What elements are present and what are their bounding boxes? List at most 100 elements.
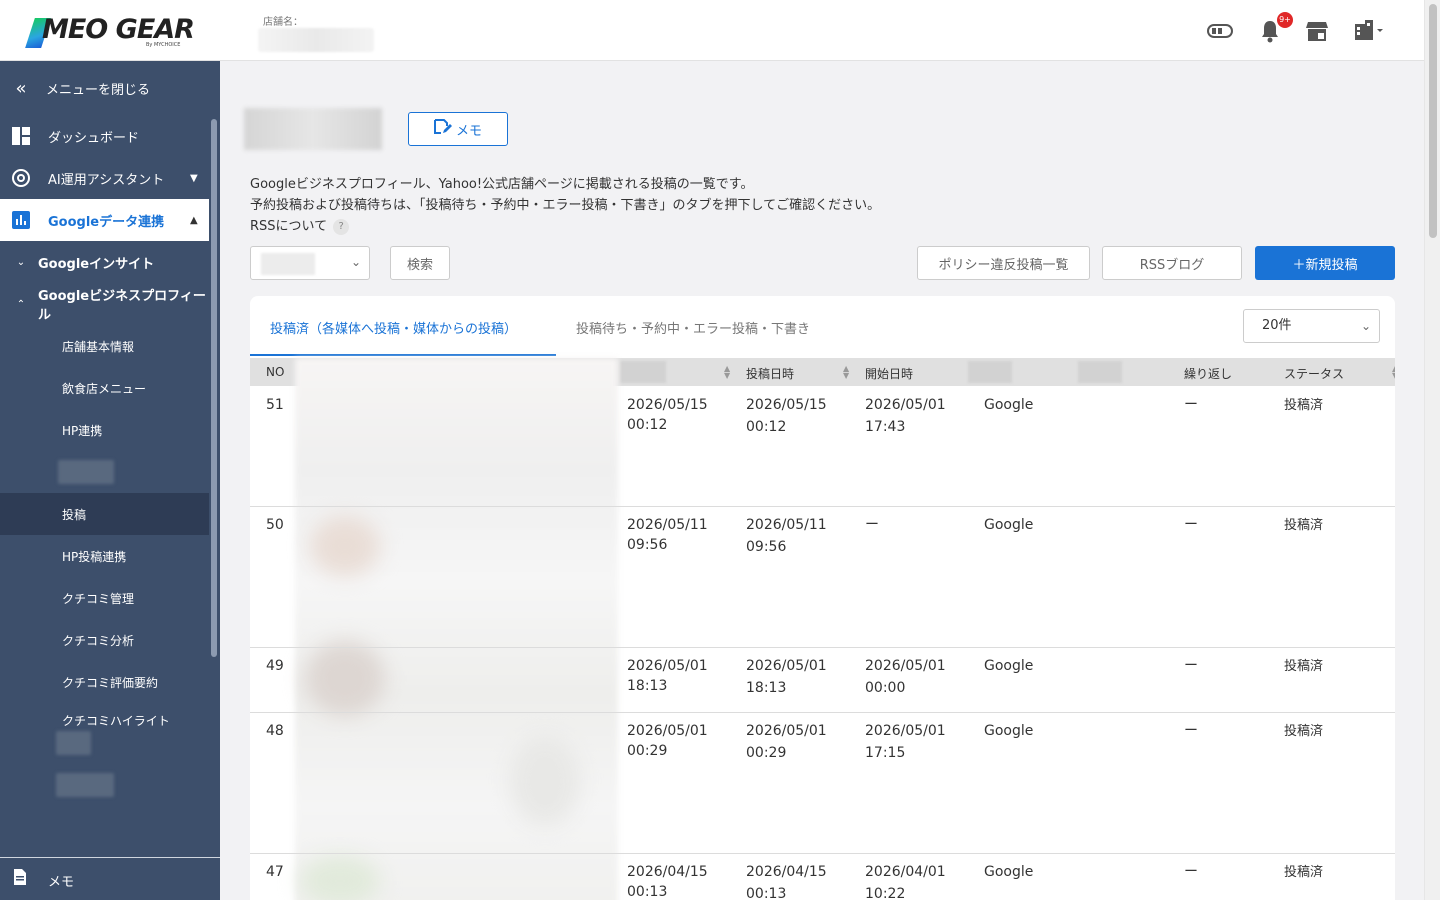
active-tab-indicator: [250, 354, 556, 356]
sidebar-item-redacted[interactable]: [56, 773, 114, 797]
sort-icon[interactable]: ▲▼: [724, 365, 730, 380]
sidebar-item-review-management[interactable]: クチコミ管理: [0, 577, 209, 619]
chevron-down-icon: ⌄: [1360, 319, 1371, 333]
logo-subtext: By MYCHOICE: [146, 42, 181, 48]
sidebar-item-google-insight[interactable]: ⌄ Googleインサイト: [0, 241, 209, 283]
new-post-button[interactable]: ＋新規投稿: [1255, 246, 1395, 280]
sidebar-item-label: Googleインサイト: [38, 256, 155, 272]
column-header-start-at[interactable]: 開始日時: [865, 365, 913, 382]
sidebar-item-review-highlight[interactable]: クチコミハイライト: [0, 699, 209, 741]
cell-repeat: ー: [1184, 517, 1198, 533]
cell-status: 投稿済: [1284, 865, 1324, 880]
sidebar-item-hp-link[interactable]: HP連携: [0, 409, 209, 451]
cell-no: 49: [266, 658, 284, 674]
cell-posted-time: 00:12: [746, 419, 787, 435]
close-menu-button[interactable]: « メニューを閉じる: [0, 67, 209, 109]
sidebar-item-restaurant-menu[interactable]: 飲食店メニュー: [0, 367, 209, 409]
policy-violation-button[interactable]: ポリシー違反投稿一覧: [917, 246, 1090, 280]
cell-repeat: ー: [1184, 397, 1198, 413]
cell-start-time: 00:00: [865, 680, 906, 696]
cell-start-time: 10:22: [865, 886, 906, 900]
sidebar-item-label: 飲食店メニュー: [62, 381, 147, 396]
app-logo[interactable]: MEO GEAR By MYCHOICE: [25, 12, 208, 52]
cell-created-date: 2026/05/11: [627, 517, 708, 533]
per-page-select[interactable]: 20件 ⌄: [1243, 309, 1380, 343]
filter-select-value: [261, 253, 315, 275]
post-image-column-redacted: [295, 358, 618, 900]
sidebar-item-dashboard[interactable]: ダッシュボード: [0, 115, 209, 157]
ai-icon: [10, 167, 32, 189]
chevron-down-icon: ⌄: [350, 255, 361, 269]
page-scrollbar-thumb[interactable]: [1429, 4, 1437, 238]
double-chevron-left-icon: «: [15, 77, 27, 99]
per-page-value: 20件: [1262, 318, 1292, 333]
column-header-no[interactable]: NO: [266, 365, 284, 379]
cell-posted-time: 00:13: [746, 886, 787, 900]
dashboard-icon: [10, 125, 32, 147]
sidebar-item-label: クチコミ管理: [62, 591, 135, 606]
store-name-value: [258, 28, 374, 52]
sidebar-item-ai-assistant[interactable]: AI運用アシスタント ▼: [0, 157, 209, 199]
logo-text: MEO GEAR: [42, 14, 195, 45]
sidebar-item-review-summary[interactable]: クチコミ評価要約: [0, 661, 209, 703]
column-header-posted-at[interactable]: 投稿日時: [746, 365, 794, 382]
sidebar-item-gbp[interactable]: ⌃ Googleビジネスプロフィール: [0, 283, 209, 325]
cell-media: Google: [984, 517, 1034, 533]
sidebar-memo-label: メモ: [48, 875, 75, 890]
blurred-thumbnail: [305, 641, 385, 716]
sidebar-item-label: Googleデータ連携: [48, 214, 165, 230]
cell-start-date: 2026/05/01: [865, 397, 946, 413]
tab-posted[interactable]: 投稿済（各媒体へ投稿・媒体からの投稿）: [270, 318, 517, 337]
tab-pending[interactable]: 投稿待ち・予約中・エラー投稿・下書き: [576, 318, 810, 337]
toggle-icon[interactable]: [1206, 18, 1234, 44]
column-header-redacted[interactable]: [968, 361, 1012, 383]
column-header-repeat[interactable]: 繰り返し: [1184, 365, 1232, 382]
sidebar-item-label: AI運用アシスタント: [48, 172, 165, 188]
rss-about[interactable]: RSSについて?: [250, 215, 350, 235]
cell-created-date: 2026/05/01: [627, 723, 708, 739]
column-header-redacted[interactable]: [1078, 361, 1122, 383]
cell-media: Google: [984, 723, 1034, 739]
sort-icon[interactable]: ▲▼: [1392, 365, 1395, 380]
description-line-1: Googleビジネスプロフィール、Yahoo!公式店舗ページに掲載される投稿の一…: [250, 177, 754, 192]
sidebar-item-label: 投稿: [62, 507, 87, 522]
cell-posted-time: 00:29: [746, 745, 787, 761]
filter-select[interactable]: ⌄: [250, 246, 370, 280]
notification-badge: 9+: [1277, 12, 1293, 28]
help-icon[interactable]: ?: [333, 218, 350, 235]
column-header-redacted[interactable]: [620, 361, 666, 383]
sidebar-item-hp-post-link[interactable]: HP投稿連携: [0, 535, 209, 577]
memo-button[interactable]: メモ: [408, 112, 508, 146]
bar-chart-icon: [10, 209, 32, 231]
page-scrollbar[interactable]: [1424, 0, 1440, 900]
sidebar-item-label: クチコミ分析: [62, 633, 135, 648]
row-divider: [250, 647, 1395, 648]
sidebar-item-review-analysis[interactable]: クチコミ分析: [0, 619, 209, 661]
store-icon[interactable]: [1304, 18, 1332, 44]
cell-posted-date: 2026/05/01: [746, 723, 827, 739]
sidebar-item-store-info[interactable]: 店舗基本情報: [0, 325, 209, 367]
rss-about-label: RSSについて: [250, 219, 328, 234]
page-title: [244, 108, 382, 150]
cell-start-time: 17:15: [865, 745, 906, 761]
store-name-label: 店舗名：: [263, 17, 303, 28]
sidebar-memo-button[interactable]: メモ: [0, 857, 220, 900]
rss-blog-button[interactable]: RSSブログ: [1102, 246, 1242, 280]
sidebar-scrollbar[interactable]: [211, 119, 217, 657]
cell-posted-date: 2026/05/15: [746, 397, 827, 413]
sidebar-item-posts[interactable]: 投稿: [0, 493, 209, 535]
sort-icon[interactable]: ▲▼: [843, 365, 849, 380]
sidebar-item-redacted[interactable]: [56, 731, 91, 755]
sidebar-item-google-data[interactable]: Googleデータ連携 ▲: [0, 199, 209, 241]
cell-repeat: ー: [1184, 864, 1198, 880]
cell-media: Google: [984, 864, 1034, 880]
sidebar-item-label: クチコミハイライト: [62, 713, 170, 728]
column-header-status[interactable]: ステータス: [1284, 365, 1344, 382]
search-button[interactable]: 検索: [390, 246, 450, 280]
cell-created-time: 18:13: [627, 678, 668, 694]
sidebar-item-label: HP連携: [62, 423, 103, 438]
cell-repeat: ー: [1184, 723, 1198, 739]
building-menu-icon[interactable]: [1352, 18, 1388, 44]
cell-no: 48: [266, 723, 284, 739]
sidebar-item-redacted[interactable]: [58, 460, 114, 484]
